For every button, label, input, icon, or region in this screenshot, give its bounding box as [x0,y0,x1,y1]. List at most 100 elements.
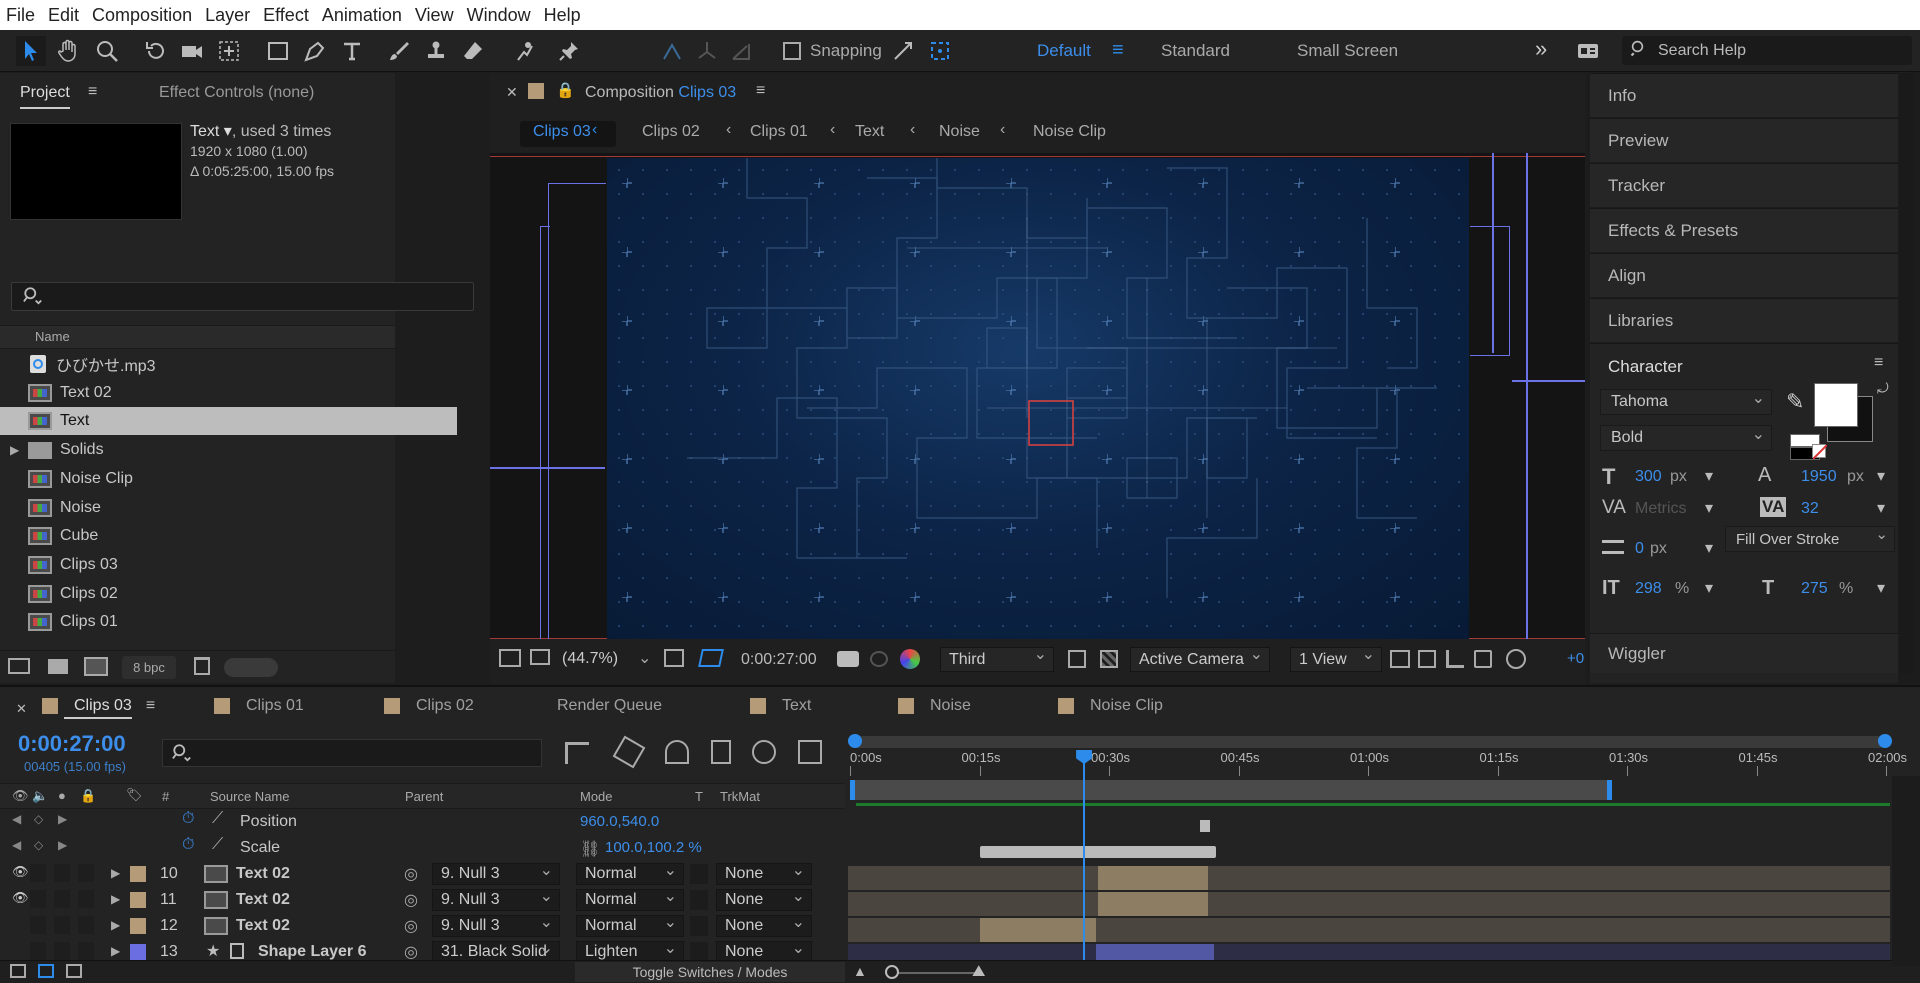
work-area-bar[interactable] [850,780,1612,800]
lock-toggle[interactable] [78,890,94,908]
audio-toggle[interactable] [30,890,46,908]
info-panel-header[interactable]: Info [1590,73,1898,117]
timeline-menu-icon[interactable]: ≡ [146,697,155,715]
eyedropper-icon[interactable]: ✎ [1786,389,1804,415]
close-timeline-icon[interactable]: ✕ [16,701,27,717]
prev-keyframe-icon[interactable]: ◀ [12,838,21,852]
solo-toggle[interactable] [54,942,70,960]
show-snapshot-icon[interactable] [870,651,888,667]
menu-composition[interactable]: Composition [92,5,192,26]
pick-whip-icon[interactable]: ◎ [404,890,418,910]
layer-label-color[interactable] [130,944,146,960]
eye-icon[interactable]: 👁 [12,890,29,906]
timeline-icon[interactable] [1446,650,1464,668]
menu-edit[interactable]: Edit [48,5,79,26]
in-out-icon[interactable] [66,964,82,978]
transparency-grid-icon[interactable] [698,649,724,667]
kerning-value[interactable]: Metrics [1635,500,1687,518]
next-keyframe-icon[interactable]: ▶ [58,838,67,852]
swap-colors-icon[interactable]: ⤾ [1877,380,1889,397]
breadcrumb-item[interactable]: Text [855,123,884,141]
right-panel-scrollbar[interactable] [1899,73,1913,673]
breadcrumb-item[interactable]: Clips 01 [750,123,808,141]
timeline-scrollbar[interactable] [1892,776,1920,966]
fill-color-swatch[interactable] [1814,383,1858,427]
channels-icon[interactable] [900,649,920,669]
menu-animation[interactable]: Animation [322,5,402,26]
trash-icon[interactable] [194,657,210,675]
tab-timeline-text[interactable]: Text [750,697,811,715]
eraser-tool-icon[interactable] [458,36,488,66]
breadcrumb-item[interactable]: Clips 03 [533,123,591,140]
clone-stamp-tool-icon[interactable] [421,36,451,66]
layer-bar-highlight[interactable] [1098,892,1208,916]
preserve-transparency-toggle[interactable] [690,916,708,936]
selection-tool-icon[interactable] [16,36,46,66]
search-help-field[interactable]: Search Help [1622,36,1912,65]
snap-features-icon[interactable] [925,36,955,66]
composition-mini-flowchart-icon[interactable] [565,742,589,764]
hide-shy-layers-icon[interactable] [665,740,689,764]
graph-icon[interactable]: ⟋ [212,836,223,854]
menu-help[interactable]: Help [544,5,581,26]
menu-file[interactable]: File [6,5,35,26]
comp-panel-menu-icon[interactable]: ≡ [756,82,765,100]
roto-brush-tool-icon[interactable] [510,36,540,66]
layer-label-color[interactable] [130,918,146,934]
stroke-width-dropdown-icon[interactable]: ▾ [1705,538,1713,558]
layer-label-color[interactable] [130,892,146,908]
tab-timeline-clips-02[interactable]: Clips 02 [384,697,474,715]
toggle-pixel-aspect-icon[interactable] [1390,650,1410,668]
graph-icon[interactable]: ⟋ [212,810,223,828]
zoom-slider-thumb[interactable] [885,965,899,979]
prev-keyframe-icon[interactable]: ◀ [12,812,21,826]
blend-mode-dropdown[interactable]: Normal [576,912,684,937]
kerning-dropdown-icon[interactable]: ▾ [1705,498,1713,518]
rectangle-tool-icon[interactable] [263,36,293,66]
layer-label-color[interactable] [130,866,146,882]
menu-view[interactable]: View [415,5,454,26]
lock-icon[interactable]: 🔒 [556,81,575,99]
expand-arrow-icon[interactable]: ▶ [111,944,120,958]
always-preview-icon[interactable] [499,649,521,667]
font-family-dropdown[interactable]: Tahoma ⌄ [1600,389,1772,415]
timeline-search-input[interactable] [162,739,542,767]
project-item-comp[interactable]: Clips 03 [0,551,118,579]
pan-behind-tool-icon[interactable] [214,36,244,66]
brush-tool-icon[interactable] [384,36,414,66]
parent-dropdown[interactable]: 9. Null 3 [432,886,560,911]
solo-toggle[interactable] [54,890,70,908]
workspace-default[interactable]: Default [1037,41,1091,61]
blend-mode-dropdown[interactable]: Normal [576,886,684,911]
wiggler-panel-header[interactable]: Wiggler [1590,633,1898,673]
breadcrumb-item[interactable]: Noise Clip [1033,123,1106,141]
more-workspaces-icon[interactable]: » [1535,36,1547,62]
lock-toggle[interactable] [78,916,94,934]
world-axis-icon[interactable] [692,36,722,66]
project-item-comp[interactable]: Clips 01 [0,608,118,636]
exposure-value[interactable]: +0 [1567,650,1584,667]
audio-toggle[interactable] [30,916,46,934]
leading-dropdown-icon[interactable]: ▾ [1877,466,1885,486]
pick-whip-icon[interactable]: ◎ [404,864,418,884]
new-composition-icon[interactable] [84,657,108,676]
property-value[interactable]: 100.0,100.2 % [605,839,702,856]
leading-value[interactable]: 1950 [1801,468,1837,486]
vertical-scale-dropdown-icon[interactable]: ▾ [1705,578,1713,598]
timeline-current-time[interactable]: 0:00:27:00 [18,731,126,757]
graph-editor-icon[interactable] [798,740,822,764]
align-panel-header[interactable]: Align [1590,253,1898,297]
tab-timeline-noise-clip[interactable]: Noise Clip [1058,697,1163,715]
comp-viewer[interactable] [490,153,1585,639]
toggle-transparency-icon[interactable] [1100,650,1118,668]
vertical-scale-value[interactable]: 298 [1635,580,1662,598]
expand-arrow-icon[interactable]: ▶ [111,866,120,880]
navigator-start-handle[interactable] [848,734,862,748]
stroke-width-value[interactable]: 0 [1635,540,1644,558]
eye-icon[interactable]: 👁 [12,864,29,880]
stopwatch-icon[interactable]: ⏱ [182,810,194,828]
add-keyframe-icon[interactable]: ◇ [34,812,43,826]
menu-effect[interactable]: Effect [263,5,309,26]
menu-layer[interactable]: Layer [205,5,250,26]
new-folder-icon[interactable] [48,659,68,674]
